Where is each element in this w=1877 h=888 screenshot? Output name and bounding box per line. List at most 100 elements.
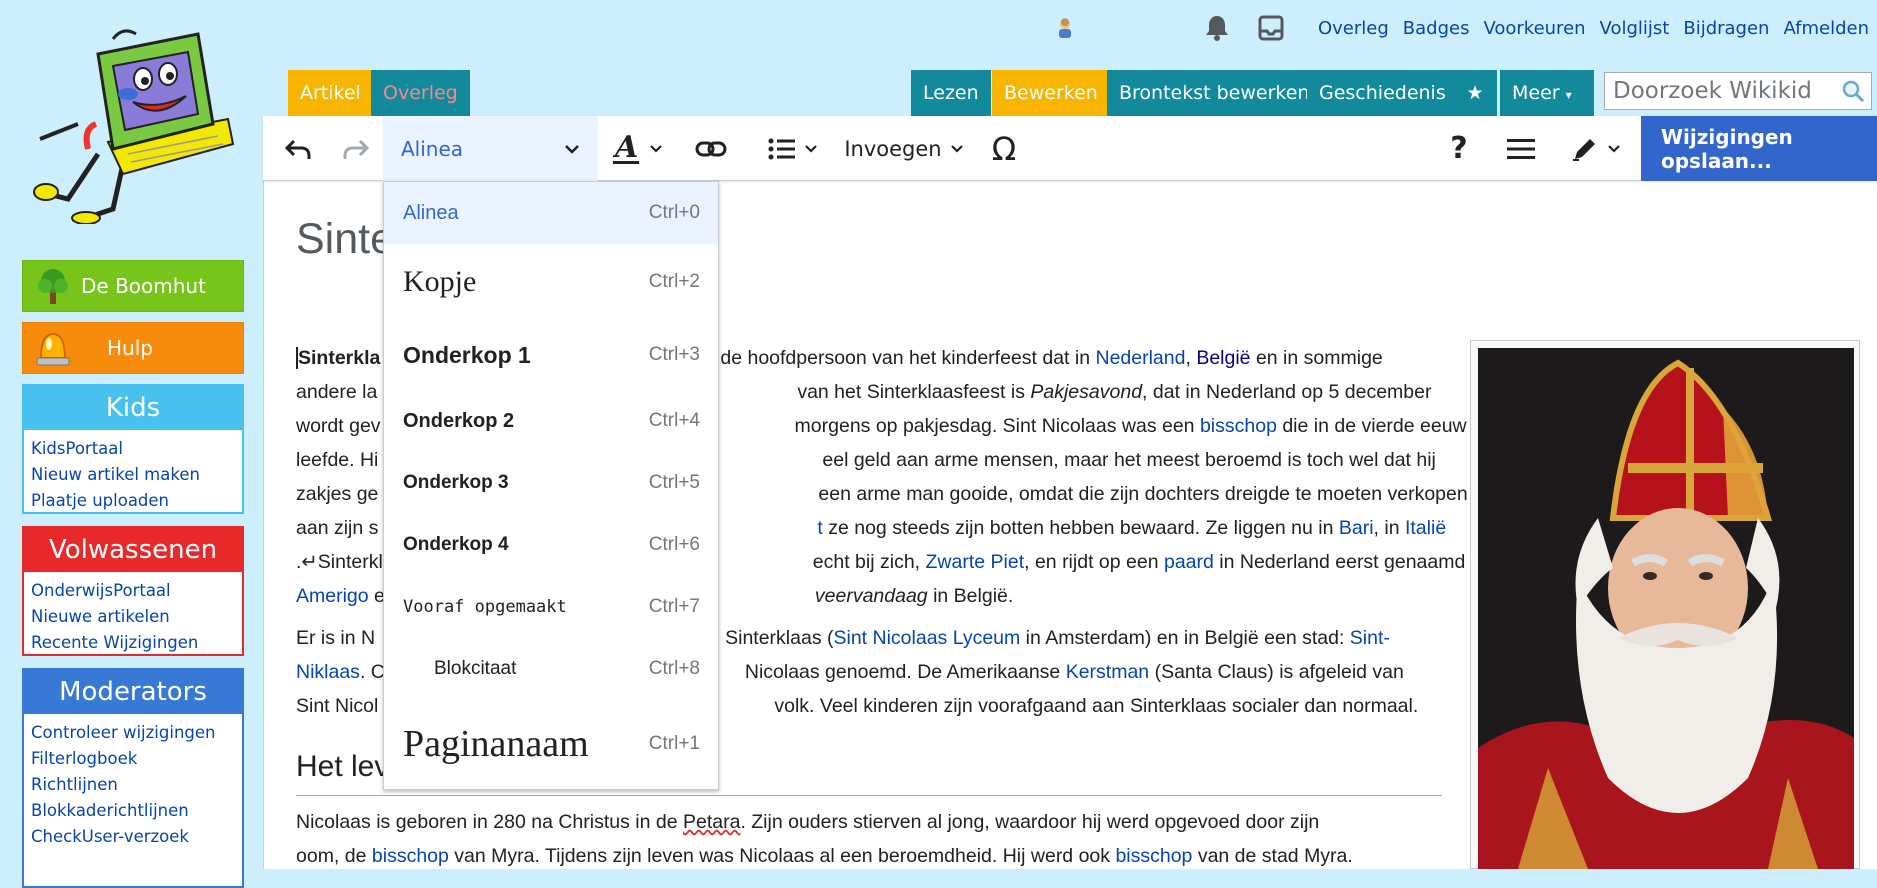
text-run: in België. <box>927 585 1014 607</box>
link-amerigo[interactable]: Amerigo <box>296 585 369 607</box>
format-option-vooraf-opgemaakt[interactable]: Vooraf opgemaakt Ctrl+7 <box>384 576 718 638</box>
text-run: oom, de <box>296 845 372 867</box>
sidebar-link-onderwijsportaal[interactable]: OnderwijsPortaal <box>31 578 235 604</box>
sidebar-link-controleer-wijzigingen[interactable]: Controleer wijzigingen <box>31 720 235 746</box>
save-changes-button[interactable]: Wijzigingen opslaan... <box>1641 116 1877 181</box>
undo-button[interactable] <box>273 116 323 181</box>
list-button[interactable] <box>758 116 828 181</box>
link-italie[interactable]: Italië <box>1405 517 1446 539</box>
text-run: , en rijdt op een <box>1024 551 1164 573</box>
format-option-label: Onderkop 3 <box>403 472 509 493</box>
watch-star-button[interactable]: ★ <box>1453 70 1497 116</box>
link-sint-nicolaas-lyceum[interactable]: Sint Nicolaas Lyceum <box>833 627 1020 649</box>
text-run: , <box>1185 347 1197 369</box>
site-logo[interactable] <box>28 24 238 225</box>
text-run: van Myra. Tijdens zijn leven was Nicolaa… <box>448 845 1116 867</box>
text-run: Sint Nicol <box>296 695 379 717</box>
tab-overleg[interactable]: Overleg <box>371 70 470 116</box>
text-run: Nicolaas is geboren in 280 na Christus i… <box>296 811 683 833</box>
text-run: in Amsterdam) en in België een stad: <box>1020 627 1350 649</box>
text-run: Sinterklaas ( <box>725 627 834 649</box>
tab-brontekst-bewerken[interactable]: Brontekst bewerken <box>1107 70 1322 116</box>
text-run: die in de vierde eeuw <box>1276 415 1467 437</box>
format-option-onderkop-1[interactable]: Onderkop 1 Ctrl+3 <box>384 320 718 390</box>
edit-mode-button[interactable] <box>1561 116 1631 181</box>
sidebar-link-blokkaderichtlijnen[interactable]: Blokkaderichtlijnen <box>31 798 235 824</box>
italic-term: Pakjesavond <box>1030 381 1143 403</box>
format-option-onderkop-2[interactable]: Onderkop 2 Ctrl+4 <box>384 390 718 452</box>
page-options-button[interactable] <box>1496 116 1546 181</box>
link-sint-niklaas[interactable]: Niklaas <box>296 661 360 683</box>
format-dropdown[interactable]: Alinea <box>383 116 598 181</box>
link-badges[interactable]: Badges <box>1403 18 1470 39</box>
italic-term: veervandaag <box>814 585 928 607</box>
link-zwarte-piet[interactable]: Zwarte Piet <box>926 551 1025 573</box>
sidebar-link-nieuw-artikel[interactable]: Nieuw artikel maken <box>31 462 235 488</box>
tab-lezen[interactable]: Lezen <box>911 70 991 116</box>
text-run: .↵Sinterkl <box>296 551 383 573</box>
sidebar-boomhut[interactable]: De Boomhut <box>22 260 244 312</box>
tab-artikel[interactable]: Artikel <box>288 70 373 116</box>
more-menu[interactable]: Meer ▾ <box>1500 70 1594 116</box>
sidebar-link-checkuser[interactable]: CheckUser-verzoek <box>31 824 235 850</box>
link-bijdragen[interactable]: Bijdragen <box>1683 18 1769 39</box>
format-option-label: Kopje <box>403 265 477 298</box>
link-belgie[interactable]: België <box>1196 347 1250 369</box>
text-style-button[interactable]: A <box>608 116 668 181</box>
special-character-button[interactable]: Ω <box>979 116 1029 181</box>
search-input[interactable]: Doorzoek Wikikid <box>1604 72 1872 110</box>
sidebar-link-nieuwe-artikelen[interactable]: Nieuwe artikelen <box>31 604 235 630</box>
sidebar-link-kidsportaal[interactable]: KidsPortaal <box>31 436 235 462</box>
link-voorkeuren[interactable]: Voorkeuren <box>1483 18 1585 39</box>
visual-editor-toolbar: Alinea A Invoegen Ω ? Wijzigingen opslaa… <box>263 116 1877 181</box>
sidebar-link-plaatje-uploaden[interactable]: Plaatje uploaden <box>31 488 235 514</box>
link-nederland[interactable]: Nederland <box>1095 347 1185 369</box>
format-option-alinea[interactable]: Alinea Ctrl+0 <box>384 182 718 244</box>
format-dropdown-value: Alinea <box>401 136 464 161</box>
format-option-kopje[interactable]: Kopje Ctrl+2 <box>384 244 718 320</box>
user-icon[interactable] <box>1056 17 1074 39</box>
sidebar-link-filterlogboek[interactable]: Filterlogboek <box>31 746 235 772</box>
link-paard[interactable]: paard <box>1164 551 1214 573</box>
sidebar-link-richtlijnen[interactable]: Richtlijnen <box>31 772 235 798</box>
sidebar-hulp[interactable]: Hulp <box>22 322 244 374</box>
text-style-icon: A <box>613 133 639 165</box>
tree-icon <box>29 262 77 310</box>
bell-icon[interactable] <box>1204 14 1230 42</box>
text-run: zakjes ge <box>296 483 379 505</box>
chevron-down-icon <box>1608 145 1620 153</box>
format-option-shortcut: Ctrl+8 <box>648 658 700 679</box>
format-option-label: Vooraf opgemaakt <box>403 597 567 617</box>
link-kerstman[interactable]: Kerstman <box>1066 661 1149 683</box>
section-heading: Het lev <box>296 750 390 783</box>
link-volglijst[interactable]: Volglijst <box>1600 18 1670 39</box>
link-overleg[interactable]: Overleg <box>1318 18 1389 39</box>
format-option-shortcut: Ctrl+6 <box>648 534 700 555</box>
link-bisschop[interactable]: bisschop <box>1200 415 1277 437</box>
format-option-onderkop-3[interactable]: Onderkop 3 Ctrl+5 <box>384 452 718 514</box>
format-option-paginanaam[interactable]: Paginanaam Ctrl+1 <box>384 700 718 788</box>
sidebar-link-recente-wijzigingen[interactable]: Recente Wijzigingen <box>31 630 235 656</box>
text-run: van het Sinterklaasfeest is <box>797 381 1031 403</box>
link-sint-niklaas[interactable]: Sint- <box>1350 627 1390 649</box>
search-icon[interactable] <box>1841 78 1865 114</box>
format-option-blokcitaat[interactable]: Blokcitaat Ctrl+8 <box>384 638 718 700</box>
tab-bewerken[interactable]: Bewerken <box>992 70 1110 116</box>
redo-button[interactable] <box>331 116 381 181</box>
link-bari[interactable]: Bari <box>1339 517 1374 539</box>
link-button[interactable] <box>686 116 736 181</box>
help-button[interactable]: ? <box>1439 116 1479 181</box>
text-run: en in sommige <box>1250 347 1383 369</box>
tab-geschiedenis[interactable]: Geschiedenis <box>1307 70 1458 116</box>
format-option-label: Onderkop 1 <box>403 341 531 368</box>
link-afmelden[interactable]: Afmelden <box>1783 18 1869 39</box>
link-bisschop[interactable]: bisschop <box>372 845 449 867</box>
sinterklaas-photo[interactable] <box>1478 348 1854 869</box>
article-paragraph-3[interactable]: Nicolaas is geboren in 280 na Christus i… <box>296 805 1446 873</box>
text-run: ze nog steeds zijn botten hebben bewaard… <box>822 517 1339 539</box>
link-bisschop[interactable]: bisschop <box>1115 845 1192 867</box>
format-option-onderkop-4[interactable]: Onderkop 4 Ctrl+6 <box>384 514 718 576</box>
sidebar-hulp-label: Hulp <box>107 336 153 360</box>
insert-menu-button[interactable]: Invoegen <box>843 116 965 181</box>
inbox-icon[interactable] <box>1258 15 1284 41</box>
